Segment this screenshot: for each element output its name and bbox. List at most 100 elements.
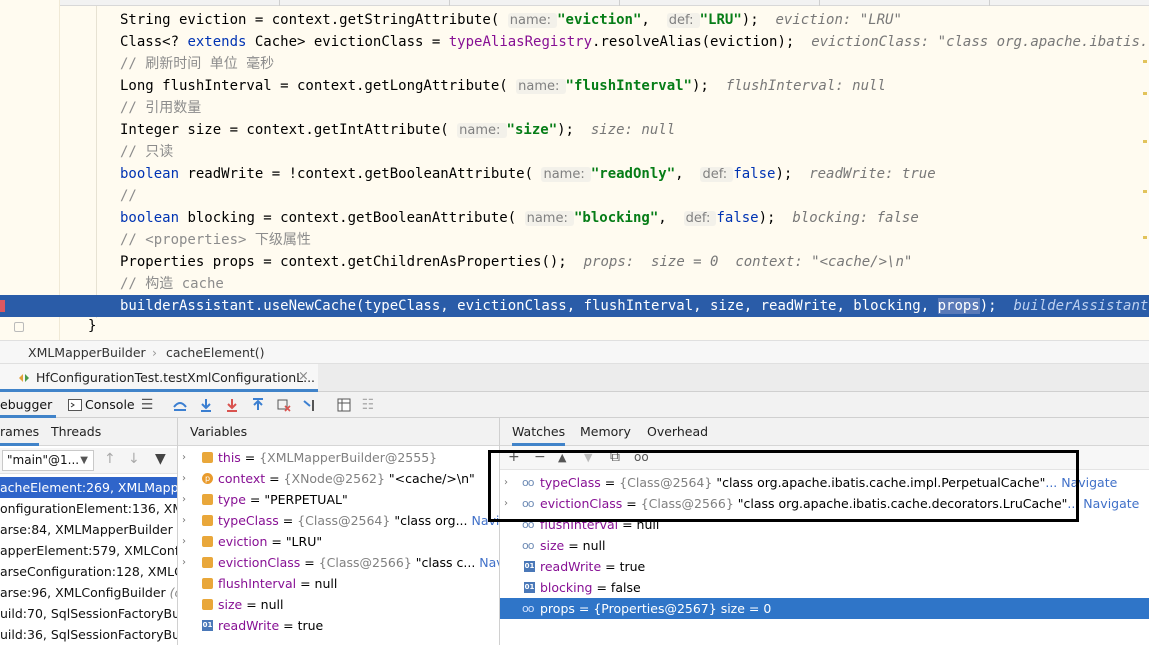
breadcrumb-separator: › (152, 345, 157, 360)
frame-row[interactable]: uild:36, SqlSessionFactoryBuilde (0, 624, 177, 645)
duplicate-watch-icon[interactable]: ⧉ (610, 449, 620, 465)
variable-row[interactable]: › type = "PERPETUAL" (178, 489, 499, 510)
frame-row[interactable]: acheElement:269, XMLMapperB (0, 477, 177, 498)
watch-row[interactable]: › oo typeClass = {Class@2564} "class org.a… (500, 472, 1149, 493)
breadcrumb-class[interactable]: XMLMapperBuilder (28, 345, 146, 360)
variable-row[interactable]: flushInterval = null (178, 573, 499, 594)
tab-watches[interactable]: Watches (512, 424, 566, 446)
editor-gutter[interactable] (0, 0, 60, 340)
variable-row[interactable]: › typeClass = {Class@2564} "class org... … (178, 510, 499, 531)
expand-chevron-icon[interactable]: › (182, 468, 186, 489)
editor-tab-strip[interactable] (0, 0, 1149, 6)
variable-row[interactable]: › p context = {XNode@2562} "<cache/>\n" (178, 468, 499, 489)
arrow-down-icon[interactable]: ↓ (128, 451, 140, 467)
tab-memory[interactable]: Memory (580, 424, 631, 439)
code-line: // 只读 (120, 141, 173, 163)
run-config-tab[interactable]: HfConfigurationTest.testXmlConfiguration… (0, 364, 318, 392)
inline-debug-value: builderAssistant: MapperBui (1013, 298, 1149, 314)
current-execution-line: builderAssistant.useNewCache(typeClass, … (0, 295, 1149, 317)
step-over-icon[interactable] (198, 397, 214, 413)
row-val: null (582, 538, 606, 553)
code-token: // (120, 188, 137, 204)
value-text: size = null (218, 594, 283, 615)
remove-watch-icon[interactable]: − (534, 449, 546, 465)
row-eq: = (564, 538, 583, 553)
frame-row[interactable]: arse:84, XMLMapperBuilder (or (0, 519, 177, 540)
code-editor[interactable]: String eviction = context.getStringAttri… (0, 0, 1149, 340)
trace-icon[interactable]: ☷ (360, 397, 376, 413)
evaluate-icon[interactable] (336, 397, 352, 413)
code-token: .resolveAlias(eviction); (592, 34, 812, 50)
row-eq: = (600, 475, 620, 490)
code-token: "LRU" (699, 12, 742, 28)
watch-row[interactable]: oo size = null (500, 535, 1149, 556)
field-icon (202, 599, 213, 610)
debugger-toolbar: ebugger Console ☰ ☷ (0, 392, 1149, 418)
breadcrumb-method[interactable]: cacheElement() (166, 345, 265, 360)
row-nav[interactable]: Navigat (468, 513, 499, 528)
expand-chevron-icon[interactable]: › (182, 552, 186, 573)
inline-debug-value: flushInterval: null (725, 78, 886, 94)
row-nav[interactable]: ... Navigate (1045, 475, 1117, 490)
tab-threads[interactable]: Threads (51, 424, 101, 439)
tab-console[interactable]: Console (85, 392, 135, 418)
watch-row[interactable]: 01 blocking = false (500, 577, 1149, 598)
breakpoint-icon[interactable] (0, 300, 5, 312)
variable-row[interactable]: › this = {XMLMapperBuilder@2555} (178, 447, 499, 468)
watch-row[interactable]: 01 readWrite = true (500, 556, 1149, 577)
inline-watch-icon[interactable]: oo (634, 450, 649, 464)
variables-title: Variables (190, 424, 248, 439)
code-token: false (733, 166, 776, 182)
frame-row[interactable]: onfigurationElement:136, XMLM (0, 498, 177, 519)
inline-debug-value: blocking: false (792, 210, 919, 226)
frame-label: arseConfiguration:128, XMLCon (0, 564, 177, 579)
frame-label: onfigurationElement:136, XMLM (0, 501, 177, 516)
row-eq: = (618, 517, 637, 532)
drop-frame-icon[interactable] (276, 397, 292, 413)
frame-label: uild:36, SqlSessionFactoryBuilde (0, 627, 177, 642)
tab-frames[interactable]: rames (0, 424, 40, 446)
row-name: size (540, 538, 565, 553)
step-out-icon[interactable] (250, 397, 266, 413)
code-line: // <properties> 下级属性 (120, 229, 311, 251)
variable-row[interactable]: › eviction = "LRU" (178, 531, 499, 552)
row-type: {Class@2566} (640, 496, 734, 511)
row-nav[interactable]: Navigate (475, 555, 499, 570)
expand-chevron-icon[interactable]: › (182, 510, 186, 531)
expand-chevron-icon[interactable]: › (182, 447, 186, 468)
code-token: Long flushInterval = context.getLongAttr… (120, 78, 517, 94)
move-down-icon[interactable]: ▼ (584, 451, 592, 464)
watch-row[interactable]: oo flushInterval = null (500, 514, 1149, 535)
filter-icon[interactable]: ▼ (155, 451, 166, 467)
show-execution-point-icon[interactable] (172, 397, 188, 413)
fold-icon[interactable] (14, 322, 24, 332)
watch-row[interactable]: › oo evictionClass = {Class@2566} "class o… (500, 493, 1149, 514)
frame-row[interactable]: uild:70, SqlSessionFactoryBuilde (0, 603, 177, 624)
arrow-up-icon[interactable]: ↑ (104, 451, 116, 467)
expand-chevron-icon[interactable]: › (182, 531, 186, 552)
row-nav[interactable]: ... Navigate (1067, 496, 1139, 511)
expand-chevron-icon[interactable]: › (182, 489, 186, 510)
frame-row[interactable]: apperElement:579, XMLConfigB (0, 540, 177, 561)
step-into-icon[interactable] (224, 397, 240, 413)
add-watch-icon[interactable]: + (508, 449, 520, 465)
tab-debugger[interactable]: ebugger (0, 392, 56, 418)
closing-brace: } (88, 318, 97, 334)
code-token: ); (979, 298, 1014, 314)
menu-icon[interactable]: ☰ (139, 397, 155, 413)
code-line: Integer size = context.getIntAttribute( … (120, 119, 675, 141)
thread-combo[interactable]: "main"@1... ▼ (2, 450, 94, 471)
variable-row[interactable]: 01 readWrite = true (178, 615, 499, 636)
variable-row[interactable]: size = null (178, 594, 499, 615)
tab-overhead[interactable]: Overhead (647, 424, 708, 439)
watch-row[interactable]: oo props = {Properties@2567} size = 0 (500, 598, 1149, 619)
move-up-icon[interactable]: ▲ (558, 451, 566, 464)
expand-chevron-icon[interactable]: › (504, 493, 508, 514)
variable-row[interactable]: › evictionClass = {Class@2566} "class c..… (178, 552, 499, 573)
frame-row[interactable]: arse:96, XMLConfigBuilder (org (0, 582, 177, 603)
close-icon[interactable]: × (298, 369, 309, 384)
frame-row[interactable]: arseConfiguration:128, XMLCon (0, 561, 177, 582)
run-to-cursor-icon[interactable] (302, 397, 318, 413)
chevron-down-icon: ▼ (80, 455, 88, 466)
expand-chevron-icon[interactable]: › (504, 472, 508, 493)
